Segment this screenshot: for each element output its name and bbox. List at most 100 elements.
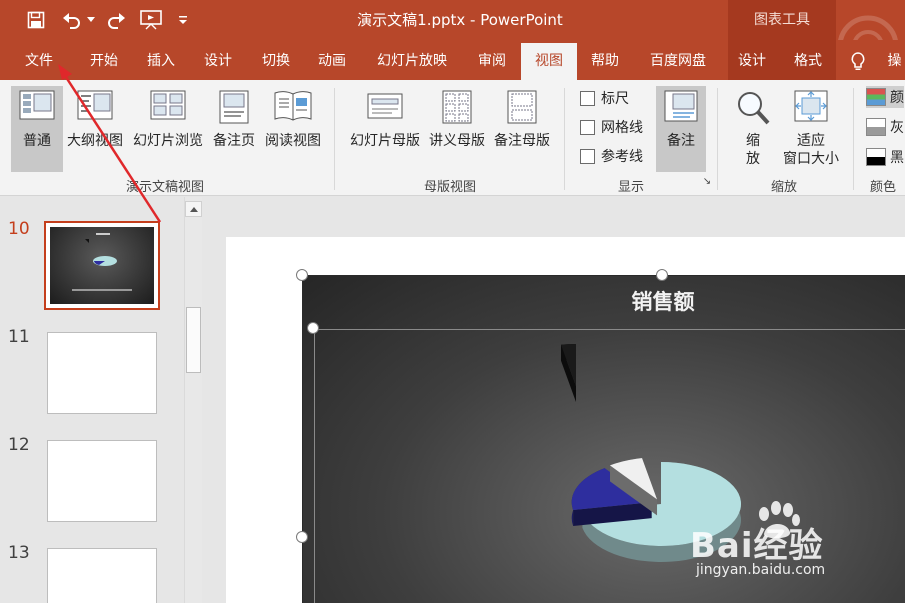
gridlines-checkbox[interactable]: 网格线 bbox=[580, 117, 643, 137]
ribbon-separator bbox=[564, 88, 565, 190]
notes-master-icon bbox=[507, 90, 537, 128]
notes-page-icon bbox=[219, 90, 249, 128]
thumbnail-scrollbar[interactable] bbox=[184, 197, 202, 603]
zoom-label-line2: 放 bbox=[746, 151, 760, 167]
fit-to-window-button[interactable]: 适应 窗口大小 bbox=[778, 86, 844, 172]
reading-view-icon bbox=[274, 90, 312, 126]
slide-sorter-button[interactable]: 幻灯片浏览 bbox=[128, 86, 208, 172]
resize-handle[interactable] bbox=[296, 531, 308, 543]
guides-checkbox[interactable]: 参考线 bbox=[580, 146, 643, 166]
slide-number: 12 bbox=[8, 435, 30, 455]
reading-view-label: 阅读视图 bbox=[265, 133, 321, 149]
fit-to-window-icon bbox=[794, 90, 828, 126]
mini-pie-chart-icon bbox=[72, 233, 132, 291]
master-views-group-label: 母版视图 bbox=[423, 180, 476, 195]
tab-view[interactable]: 视图 bbox=[521, 43, 577, 80]
normal-view-label: 普通 bbox=[23, 133, 51, 149]
slide-thumbnail-13[interactable] bbox=[47, 548, 157, 603]
slide-master-label: 幻灯片母版 bbox=[350, 133, 420, 149]
redo-icon[interactable] bbox=[104, 6, 128, 34]
powerpoint-window: 演示文稿1.pptx - PowerPoint 图表工具 文件 开始 插入 设计… bbox=[0, 0, 905, 603]
color-option[interactable]: 颜 bbox=[866, 86, 904, 108]
zoom-group-label: 缩放 bbox=[770, 180, 797, 195]
slide-number: 11 bbox=[8, 327, 30, 347]
tab-file[interactable]: 文件 bbox=[14, 43, 64, 80]
tab-slideshow[interactable]: 幻灯片放映 bbox=[362, 43, 462, 80]
ribbon-view: 普通 大纲视图 幻灯片浏览 备注页 阅读视图 演示文稿视图 幻灯片母版 讲义母版 bbox=[0, 80, 905, 196]
grayscale-option[interactable]: 灰 bbox=[866, 116, 904, 138]
scroll-up-icon[interactable] bbox=[185, 201, 202, 217]
color-option-label: 颜 bbox=[890, 90, 904, 106]
lightbulb-icon[interactable] bbox=[848, 43, 868, 80]
handout-master-button[interactable]: 讲义母版 bbox=[426, 86, 488, 172]
tab-chart-format[interactable]: 格式 bbox=[782, 43, 834, 80]
show-dialog-launcher-icon[interactable]: ↘ bbox=[700, 176, 714, 187]
ribbon-decoration-icon bbox=[837, 15, 899, 77]
tab-insert[interactable]: 插入 bbox=[135, 43, 187, 80]
outline-view-label: 大纲视图 bbox=[67, 133, 123, 149]
tab-transitions[interactable]: 切换 bbox=[250, 43, 302, 80]
tab-baidu-netdisk[interactable]: 百度网盘 bbox=[636, 43, 720, 80]
reading-view-button[interactable]: 阅读视图 bbox=[261, 86, 325, 172]
slide-thumbnail-12[interactable] bbox=[47, 440, 157, 522]
ruler-checkbox[interactable]: 标尺 bbox=[580, 88, 629, 108]
fit-label-line2: 窗口大小 bbox=[783, 151, 839, 167]
tab-home[interactable]: 开始 bbox=[78, 43, 130, 80]
slide-thumbnail-10[interactable] bbox=[44, 221, 160, 310]
notes-button[interactable]: 备注 bbox=[656, 86, 706, 172]
gridlines-label: 网格线 bbox=[601, 120, 643, 136]
black-white-option[interactable]: 黑 bbox=[866, 146, 904, 168]
handout-master-label: 讲义母版 bbox=[429, 133, 485, 149]
notes-icon bbox=[664, 90, 698, 126]
presentation-views-group-label: 演示文稿视图 bbox=[125, 180, 204, 195]
tab-design[interactable]: 设计 bbox=[192, 43, 244, 80]
save-icon[interactable] bbox=[24, 6, 48, 34]
tab-tell-me[interactable]: 操 bbox=[884, 43, 905, 80]
slide-thumbnail-pane: 10 11 12 13 bbox=[0, 197, 208, 603]
scrollbar-thumb[interactable] bbox=[186, 307, 201, 373]
zoom-label-line1: 缩 bbox=[746, 133, 760, 149]
tab-help[interactable]: 帮助 bbox=[580, 43, 630, 80]
customize-icon[interactable] bbox=[176, 6, 190, 34]
color-group-label: 颜色 bbox=[870, 180, 897, 195]
ribbon-tabs: 文件 开始 插入 设计 切换 动画 幻灯片放映 审阅 视图 帮助 百度网盘 设计… bbox=[0, 40, 905, 80]
grayscale-option-label: 灰 bbox=[890, 120, 904, 136]
baidu-jingyan-watermark: Bai经验 jingyan.baidu.com bbox=[690, 500, 870, 590]
present-icon[interactable] bbox=[138, 6, 164, 34]
fit-label-line1: 适应 bbox=[797, 133, 825, 149]
handout-master-icon bbox=[442, 90, 472, 128]
notes-page-button[interactable]: 备注页 bbox=[208, 86, 260, 172]
undo-icon[interactable] bbox=[60, 6, 84, 34]
notes-master-button[interactable]: 备注母版 bbox=[490, 86, 554, 172]
title-bar: 演示文稿1.pptx - PowerPoint 图表工具 bbox=[0, 0, 905, 77]
tab-animations[interactable]: 动画 bbox=[306, 43, 358, 80]
notes-page-label: 备注页 bbox=[213, 133, 255, 149]
resize-handle[interactable] bbox=[296, 269, 308, 281]
show-group-label: 显示 bbox=[617, 180, 644, 195]
resize-handle[interactable] bbox=[656, 269, 668, 281]
tab-chart-design[interactable]: 设计 bbox=[728, 43, 776, 80]
guides-checkbox-box[interactable] bbox=[580, 148, 595, 164]
window-title: 演示文稿1.pptx - PowerPoint bbox=[357, 11, 563, 29]
black-white-swatch-icon bbox=[866, 148, 886, 166]
slide-sorter-icon bbox=[150, 90, 186, 126]
zoom-button[interactable]: 缩 放 bbox=[730, 86, 776, 172]
slide-sorter-label: 幻灯片浏览 bbox=[133, 133, 203, 149]
normal-view-button[interactable]: 普通 bbox=[11, 86, 63, 172]
notes-label: 备注 bbox=[667, 133, 695, 149]
ruler-checkbox-box[interactable] bbox=[580, 90, 595, 106]
outline-view-button[interactable]: 大纲视图 bbox=[64, 86, 126, 172]
watermark-url: jingyan.baidu.com bbox=[696, 562, 826, 578]
ruler-label: 标尺 bbox=[601, 91, 629, 107]
undo-dropdown-icon[interactable] bbox=[86, 6, 96, 34]
notes-master-label: 备注母版 bbox=[494, 133, 550, 149]
gridlines-checkbox-box[interactable] bbox=[580, 119, 595, 135]
slide-number: 13 bbox=[8, 543, 30, 563]
slide-thumbnail-preview bbox=[50, 227, 154, 304]
tab-review[interactable]: 审阅 bbox=[466, 43, 518, 80]
black-white-option-label: 黑 bbox=[890, 150, 904, 166]
plot-area-handle[interactable] bbox=[307, 322, 319, 334]
slide-master-button[interactable]: 幻灯片母版 bbox=[344, 86, 426, 172]
title-bar-right bbox=[836, 0, 905, 77]
slide-thumbnail-11[interactable] bbox=[47, 332, 157, 414]
